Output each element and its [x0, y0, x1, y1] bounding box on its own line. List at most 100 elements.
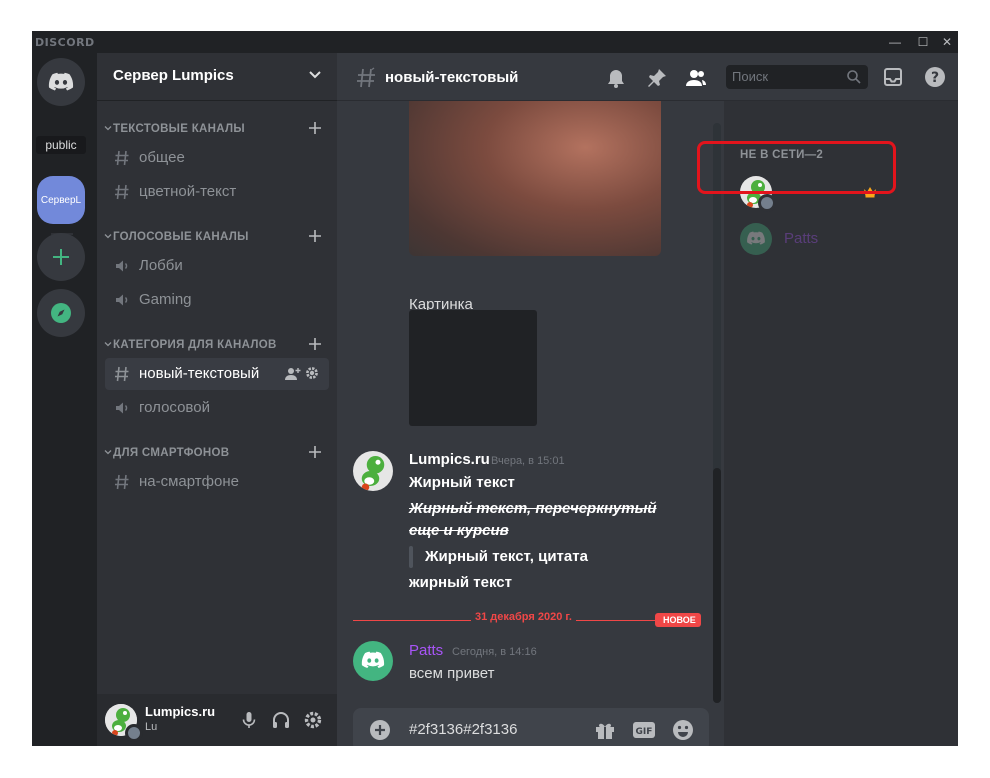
channel-label: общее: [139, 149, 185, 166]
channel-on-smartphone[interactable]: на-смартфоне: [105, 466, 329, 498]
gift-icon[interactable]: [593, 718, 617, 742]
message-quote: Жирный текст, цитата: [425, 548, 588, 565]
minimize-button[interactable]: —: [884, 34, 906, 50]
quote-bar: [409, 546, 413, 568]
member-item[interactable]: Patts: [732, 217, 950, 261]
speaker-icon: [116, 402, 128, 414]
help-icon[interactable]: ?: [924, 66, 946, 88]
server-header[interactable]: Сервер Lumpics: [97, 53, 337, 101]
server-rail: public СерверL: [32, 53, 97, 746]
user-panel: Lumpics.ru Lu: [97, 694, 337, 746]
channel-label: цветной-текст: [139, 183, 237, 200]
message-line: еще и курсив: [409, 522, 509, 539]
message-line: жирный текст: [409, 574, 512, 591]
channel-label: голосовой: [139, 399, 210, 416]
scrollbar-thumb[interactable]: [713, 468, 721, 703]
server-name: Сервер Lumpics: [113, 67, 234, 84]
explore-servers-button[interactable]: [37, 289, 85, 337]
home-button[interactable]: [37, 58, 85, 106]
create-channel-icon[interactable]: [307, 120, 323, 136]
offline-status-dot: [758, 194, 776, 212]
username: Lumpics.ru: [145, 704, 216, 719]
chat-header: новый-текстовый: [337, 53, 724, 101]
attached-image-dark[interactable]: [409, 310, 537, 426]
avatar: [740, 223, 772, 255]
category-label: ТЕКСТОВЫЕ КАНАЛЫ: [113, 123, 245, 135]
svg-text:?: ?: [931, 70, 939, 86]
channel-gaming[interactable]: Gaming: [105, 284, 329, 316]
search-placeholder: Поиск: [732, 69, 769, 84]
invite-member-icon[interactable]: [285, 367, 301, 381]
create-channel-icon[interactable]: [307, 444, 323, 460]
create-channel-icon[interactable]: [307, 336, 323, 352]
user-tag: Lu: [145, 721, 158, 733]
user-settings-gear-icon[interactable]: [303, 710, 323, 730]
chevron-down-icon: [104, 126, 112, 131]
category-text-channels[interactable]: ТЕКСТОВЫЕ КАНАЛЫ: [103, 119, 329, 139]
attached-image-blurred[interactable]: [409, 101, 661, 256]
category-for-channels[interactable]: КАТЕГОРИЯ ДЛЯ КАНАЛОВ: [103, 335, 329, 355]
gif-icon[interactable]: GIF: [632, 718, 656, 742]
message-line: всем привет: [409, 665, 495, 682]
close-button[interactable]: ✕: [936, 34, 958, 50]
svg-text:GIF: GIF: [636, 727, 653, 737]
add-server-button[interactable]: [37, 233, 85, 281]
channel-color-text[interactable]: цветной-текст: [105, 176, 329, 208]
message-line: Жирный текст, перечеркнутый: [409, 500, 657, 517]
new-badge: НОВОЕ: [655, 613, 701, 627]
create-channel-icon[interactable]: [307, 228, 323, 244]
headphones-icon[interactable]: [271, 710, 291, 730]
highlight-annotation: [697, 141, 896, 194]
yoshi-avatar-icon: [353, 451, 393, 491]
category-for-smartphones[interactable]: ДЛЯ СМАРТФОНОВ: [103, 443, 329, 463]
discord-logo-icon: [361, 651, 385, 669]
channel-label: на-смартфоне: [139, 473, 239, 490]
channel-lobby[interactable]: Лобби: [105, 250, 329, 282]
message-line: Жирный текст: [409, 474, 515, 491]
channel-general[interactable]: общее: [105, 142, 329, 174]
category-voice-channels[interactable]: ГОЛОСОВЫЕ КАНАЛЫ: [103, 227, 329, 247]
channel-new-text[interactable]: новый-текстовый: [105, 358, 329, 390]
search-input[interactable]: Поиск: [726, 65, 868, 89]
message-timestamp: Вчера, в 15:01: [491, 455, 565, 467]
message-author[interactable]: Patts: [409, 642, 443, 659]
plus-icon: [53, 249, 69, 265]
discord-window: DISCORD — ☐ ✕ public СерверL Сервер Lump…: [32, 31, 958, 746]
message-composer[interactable]: #2f3136#2f3136 GIF: [353, 708, 709, 746]
upload-plus-icon[interactable]: [369, 719, 391, 741]
header-toolbar: Поиск ?: [724, 53, 958, 101]
inbox-icon[interactable]: [882, 66, 904, 88]
server-icon-lumpics[interactable]: СерверL: [37, 176, 85, 224]
channel-voice[interactable]: голосовой: [105, 392, 329, 424]
text-channel-icon: [115, 184, 129, 200]
message-input[interactable]: #2f3136#2f3136: [409, 721, 517, 738]
members-icon[interactable]: [685, 67, 707, 89]
title-bar: DISCORD — ☐ ✕: [32, 31, 958, 53]
chat-area: новый-текстовый Картинка Lumpics.ru Вчер…: [337, 53, 724, 746]
chevron-down-icon[interactable]: [305, 65, 325, 85]
app-brand: DISCORD: [35, 36, 95, 49]
maximize-button[interactable]: ☐: [912, 34, 934, 50]
compass-icon: [51, 303, 71, 323]
emoji-icon[interactable]: [671, 718, 695, 742]
search-icon: [847, 70, 861, 84]
text-channel-icon: [115, 150, 129, 166]
avatar[interactable]: [353, 451, 393, 491]
message-author[interactable]: Lumpics.ru: [409, 451, 490, 468]
pin-icon[interactable]: [646, 67, 668, 89]
text-channel-icon: [357, 67, 375, 88]
avatar[interactable]: [353, 641, 393, 681]
message-timestamp: Сегодня, в 14:16: [452, 646, 537, 658]
category-label: ДЛЯ СМАРТФОНОВ: [113, 447, 230, 459]
text-channel-icon: [115, 366, 129, 382]
category-label: ГОЛОСОВЫЕ КАНАЛЫ: [113, 231, 249, 243]
server-tooltip: public: [36, 136, 86, 154]
channel-label: Gaming: [139, 291, 192, 308]
discord-logo-icon: [747, 231, 765, 245]
channel-label: новый-текстовый: [139, 365, 260, 382]
gear-icon[interactable]: [305, 366, 319, 380]
bell-icon[interactable]: [605, 67, 627, 89]
text-channel-icon: [115, 474, 129, 490]
microphone-icon[interactable]: [239, 710, 259, 730]
speaker-icon: [116, 294, 128, 306]
